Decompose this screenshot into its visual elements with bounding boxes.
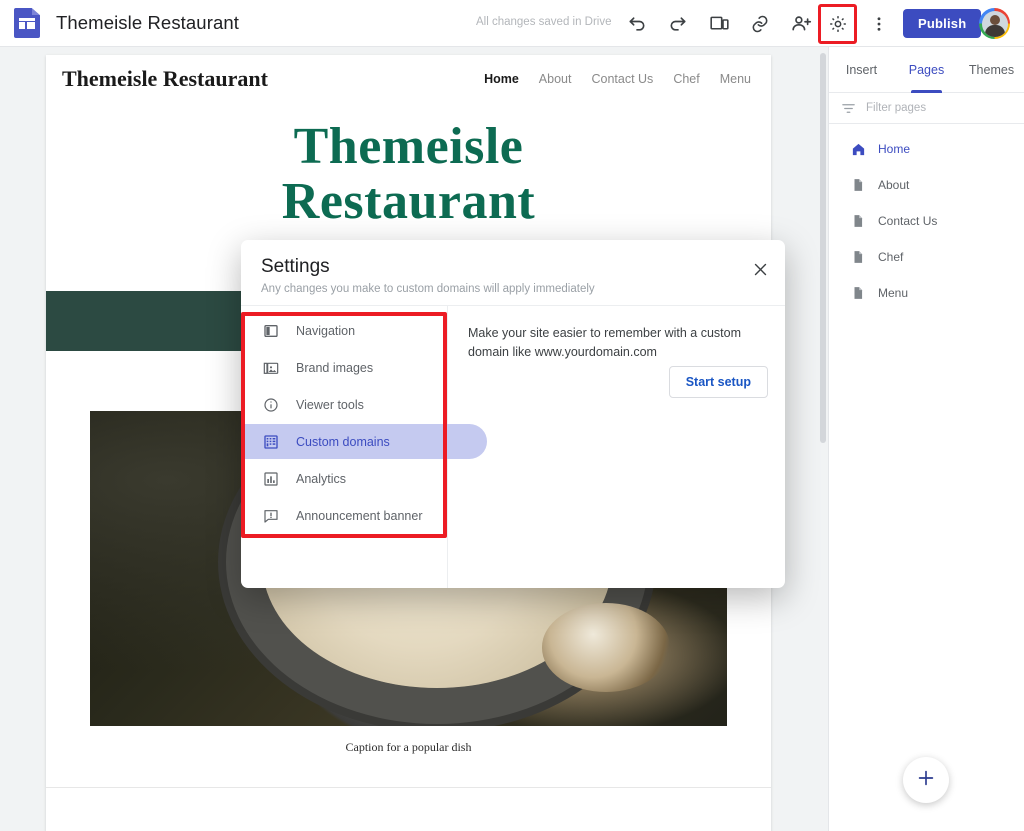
- analytics-icon: [262, 470, 280, 488]
- page-item-label: Contact Us: [878, 214, 937, 228]
- dialog-settings-nav-list: Navigation Brand images Viewer tools: [241, 306, 448, 588]
- settings-item-viewer-tools[interactable]: Viewer tools: [241, 386, 447, 423]
- start-setup-button[interactable]: Start setup: [669, 366, 768, 398]
- page-icon: [849, 284, 867, 302]
- settings-gear-button-highlight: [818, 4, 857, 44]
- site-nav-contact-us[interactable]: Contact Us: [591, 72, 653, 86]
- canvas-scrollbar[interactable]: [820, 53, 826, 443]
- settings-item-brand-images[interactable]: Brand images: [241, 349, 447, 386]
- dialog-subtitle: Any changes you make to custom domains w…: [261, 283, 767, 295]
- page-item-label: Menu: [878, 286, 908, 300]
- hero-title-line2: Restaurant: [282, 173, 535, 230]
- preview-icon[interactable]: [702, 7, 736, 41]
- page-item-home[interactable]: Home: [829, 131, 1024, 167]
- building-icon: [262, 433, 280, 451]
- page-item-label: About: [878, 178, 909, 192]
- hero-title-line1: Themeisle: [294, 118, 524, 175]
- dialog-header: Settings Any changes you make to custom …: [241, 240, 785, 306]
- navigation-icon: [262, 322, 280, 340]
- tab-pages[interactable]: Pages: [894, 47, 959, 92]
- link-icon[interactable]: [743, 7, 777, 41]
- pages-list: Home About Contact Us Chef: [829, 124, 1024, 311]
- dialog-content-panel: Make your site easier to remember with a…: [448, 306, 785, 588]
- info-icon: [262, 396, 280, 414]
- dialog-body: Navigation Brand images Viewer tools: [241, 306, 785, 588]
- avatar[interactable]: [979, 8, 1010, 39]
- gear-icon[interactable]: [821, 7, 854, 41]
- settings-item-label: Analytics: [296, 472, 346, 486]
- page-item-label: Home: [878, 142, 910, 156]
- settings-item-label: Brand images: [296, 361, 373, 375]
- right-sidebar: Insert Pages Themes Filter pages Home: [828, 47, 1024, 831]
- tab-themes[interactable]: Themes: [959, 47, 1024, 92]
- page-icon: [849, 248, 867, 266]
- page-icon: [849, 176, 867, 194]
- home-icon: [849, 140, 867, 158]
- plus-icon: [915, 767, 937, 794]
- settings-item-announcement-banner[interactable]: Announcement banner: [241, 497, 447, 534]
- top-toolbar: Themeisle Restaurant All changes saved i…: [0, 0, 1024, 47]
- brand-images-icon: [262, 359, 280, 377]
- hero-title: Themeisle Restaurant: [46, 119, 771, 229]
- tab-insert[interactable]: Insert: [829, 47, 894, 92]
- settings-item-label: Announcement banner: [296, 509, 422, 523]
- settings-dialog: Settings Any changes you make to custom …: [241, 240, 785, 588]
- filter-icon: [839, 99, 857, 117]
- settings-item-label: Custom domains: [296, 435, 390, 449]
- custom-domains-description: Make your site easier to remember with a…: [468, 324, 768, 362]
- save-status: All changes saved in Drive: [476, 16, 612, 28]
- settings-item-navigation[interactable]: Navigation: [241, 312, 447, 349]
- sidebar-tabs: Insert Pages Themes: [829, 47, 1024, 93]
- site-nav-about[interactable]: About: [539, 72, 572, 86]
- redo-icon[interactable]: [661, 7, 695, 41]
- page-item-about[interactable]: About: [829, 167, 1024, 203]
- close-icon[interactable]: [749, 258, 771, 280]
- more-vert-icon[interactable]: [862, 7, 896, 41]
- add-page-fab[interactable]: [903, 757, 949, 803]
- page-item-label: Chef: [878, 250, 903, 264]
- site-nav-menu[interactable]: Menu: [720, 72, 751, 86]
- settings-item-custom-domains[interactable]: Custom domains: [241, 423, 447, 460]
- site-nav-chef[interactable]: Chef: [673, 72, 699, 86]
- filter-pages-field[interactable]: Filter pages: [829, 93, 1024, 124]
- site-title[interactable]: Themeisle Restaurant: [56, 12, 239, 34]
- site-navigation: Home About Contact Us Chef Menu: [484, 72, 751, 86]
- settings-item-label: Viewer tools: [296, 398, 364, 412]
- dialog-title: Settings: [261, 256, 767, 278]
- site-nav-home[interactable]: Home: [484, 72, 519, 86]
- settings-item-analytics[interactable]: Analytics: [241, 460, 447, 497]
- site-header: Themeisle Restaurant Home About Contact …: [46, 55, 771, 103]
- share-icon[interactable]: [784, 7, 818, 41]
- announcement-icon: [262, 507, 280, 525]
- page-icon: [849, 212, 867, 230]
- publish-button[interactable]: Publish: [903, 9, 981, 38]
- toolbar-icon-group: [620, 0, 818, 47]
- page-item-chef[interactable]: Chef: [829, 239, 1024, 275]
- site-logo[interactable]: Themeisle Restaurant: [62, 66, 268, 92]
- page-footer-divider: [46, 787, 771, 827]
- settings-item-label: Navigation: [296, 324, 355, 338]
- undo-icon[interactable]: [620, 7, 654, 41]
- page-item-contact-us[interactable]: Contact Us: [829, 203, 1024, 239]
- dish-caption: Caption for a popular dish: [90, 740, 727, 755]
- google-sites-logo-icon: [14, 8, 40, 38]
- page-item-menu[interactable]: Menu: [829, 275, 1024, 311]
- filter-pages-placeholder: Filter pages: [866, 102, 926, 114]
- google-sites-editor: Themeisle Restaurant All changes saved i…: [0, 0, 1024, 831]
